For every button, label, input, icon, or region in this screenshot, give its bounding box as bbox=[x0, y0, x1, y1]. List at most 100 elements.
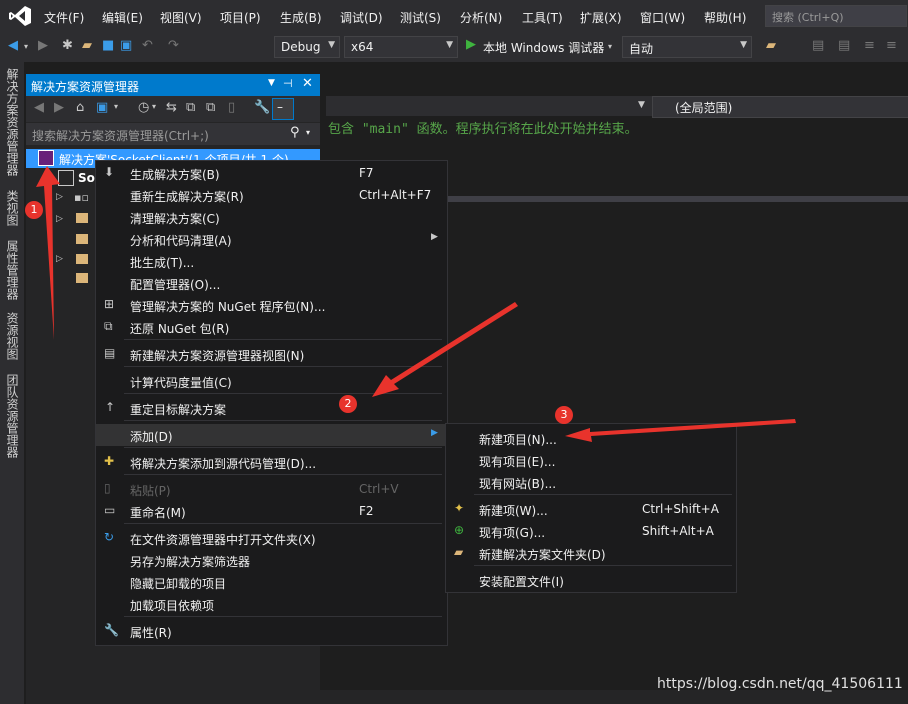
sync-icon[interactable]: ⇆ bbox=[166, 100, 177, 115]
menu-item-label: 粘贴(P) bbox=[130, 484, 171, 498]
menu-item-code-metrics[interactable]: 计算代码度量值(C) bbox=[96, 370, 447, 392]
collapse-all-icon[interactable]: ⧉ bbox=[186, 100, 195, 115]
menu-help[interactable]: 帮助(H) bbox=[704, 9, 746, 26]
menu-file[interactable]: 文件(F) bbox=[44, 9, 84, 26]
menu-analyze[interactable]: 分析(N) bbox=[460, 9, 502, 26]
menu-separator bbox=[474, 565, 732, 566]
collapse-arrow-icon[interactable]: ▷ bbox=[56, 192, 63, 202]
tab-solution-explorer[interactable]: 解决方案资源管理器 bbox=[4, 68, 21, 176]
menu-item-new-project[interactable]: 新建项目(N)... bbox=[446, 427, 736, 449]
home-icon[interactable]: ⌂ bbox=[76, 100, 84, 115]
submenu-arrow-icon: ▶ bbox=[431, 232, 438, 242]
menu-item-open-in-explorer[interactable]: ↻ 在文件资源管理器中打开文件夹(X) bbox=[96, 527, 447, 549]
menu-edit[interactable]: 编辑(E) bbox=[102, 9, 143, 26]
save-all-icon[interactable]: ▣ bbox=[120, 38, 132, 53]
menu-item-new-item[interactable]: ✦ 新建项(W)... Ctrl+Shift+A bbox=[446, 498, 736, 520]
menu-item-label: 计算代码度量值(C) bbox=[130, 376, 232, 390]
menu-debug[interactable]: 调试(D) bbox=[340, 9, 383, 26]
menu-item-existing-project[interactable]: 现有项目(E)... bbox=[446, 449, 736, 471]
menu-item-load-dependencies[interactable]: 加载项目依赖项 bbox=[96, 593, 447, 615]
refresh-icon[interactable]: ▯ bbox=[228, 100, 235, 115]
window-menu-icon[interactable]: ▼ bbox=[268, 78, 275, 88]
menu-item-rename[interactable]: ▭ 重命名(M) F2 bbox=[96, 500, 447, 522]
menu-item-properties[interactable]: 🔧 属性(R) bbox=[96, 620, 447, 642]
run-mode-select[interactable]: 自动 ▼ bbox=[622, 36, 752, 58]
quick-search-input[interactable]: 搜索 (Ctrl+Q) bbox=[765, 5, 907, 27]
config-select[interactable]: Debug ▼ bbox=[274, 36, 340, 58]
new-project-icon[interactable]: ✱ bbox=[62, 38, 73, 53]
menu-tools[interactable]: 工具(T) bbox=[522, 9, 563, 26]
menu-test[interactable]: 测试(S) bbox=[400, 9, 441, 26]
menu-item-add[interactable]: 添加(D) ▶ bbox=[96, 424, 447, 446]
outdent-icon[interactable]: ≡ bbox=[886, 38, 897, 53]
menu-item-manage-nuget[interactable]: ⊞ 管理解决方案的 NuGet 程序包(N)... bbox=[96, 294, 447, 316]
menu-item-add-to-source-control[interactable]: ✚ 将解决方案添加到源代码管理(D)... bbox=[96, 451, 447, 473]
menu-item-build-solution[interactable]: ⬇ 生成解决方案(B) F7 bbox=[96, 162, 447, 184]
menu-view[interactable]: 视图(V) bbox=[160, 9, 202, 26]
menu-item-restore-nuget[interactable]: ⧉ 还原 NuGet 包(R) bbox=[96, 316, 447, 338]
menu-item-existing-website[interactable]: 现有网站(B)... bbox=[446, 471, 736, 493]
run-debugger-button[interactable]: 本地 Windows 调试器 bbox=[483, 39, 604, 56]
menu-item-configuration-manager[interactable]: 配置管理器(O)... bbox=[96, 272, 447, 294]
menu-item-hide-unloaded[interactable]: 隐藏已卸载的项目 bbox=[96, 571, 447, 593]
collapse-arrow-icon[interactable]: ▷ bbox=[56, 254, 63, 264]
menu-item-save-as-filter[interactable]: 另存为解决方案筛选器 bbox=[96, 549, 447, 571]
tab-property-manager[interactable]: 属性管理器 bbox=[4, 240, 21, 300]
external-deps-icon bbox=[76, 213, 88, 223]
menu-item-install-profile[interactable]: 安装配置文件(I) bbox=[446, 569, 736, 591]
run-dropdown-icon[interactable]: ▾ bbox=[608, 42, 612, 51]
solution-explorer-search-input[interactable]: 搜索解决方案资源管理器(Ctrl+;) ⚲ ▾ bbox=[26, 123, 320, 145]
back-icon[interactable]: ◀ bbox=[8, 38, 18, 53]
indent-icon[interactable]: ≡ bbox=[864, 38, 875, 53]
filter-dropdown-icon[interactable]: ▾ bbox=[152, 102, 156, 111]
forward-icon[interactable]: ▶ bbox=[38, 38, 48, 53]
menu-item-existing-item[interactable]: ⊕ 现有项(G)... Shift+Alt+A bbox=[446, 520, 736, 542]
menu-window[interactable]: 窗口(W) bbox=[640, 9, 685, 26]
menu-item-new-explorer-view[interactable]: ▤ 新建解决方案资源管理器视图(N) bbox=[96, 343, 447, 365]
menu-extensions[interactable]: 扩展(X) bbox=[580, 9, 622, 26]
tab-resource-view[interactable]: 资源视图 bbox=[4, 312, 21, 360]
bookmark-icon[interactable]: ▤ bbox=[812, 38, 824, 53]
search-icon[interactable]: ⚲ bbox=[290, 125, 300, 140]
comment-icon[interactable]: ▤ bbox=[838, 38, 850, 53]
menu-project[interactable]: 项目(P) bbox=[220, 9, 261, 26]
collapse-arrow-icon[interactable]: ▷ bbox=[56, 214, 63, 224]
search-options-icon[interactable]: ▾ bbox=[306, 128, 310, 137]
forward-icon[interactable]: ▶ bbox=[54, 100, 64, 115]
menu-item-batch-build[interactable]: 批生成(T)... bbox=[96, 250, 447, 272]
close-icon[interactable]: ✕ bbox=[302, 76, 313, 91]
menu-build[interactable]: 生成(B) bbox=[280, 9, 322, 26]
redo-icon[interactable]: ↷ bbox=[168, 38, 179, 53]
open-file-icon[interactable]: ▰ bbox=[82, 38, 92, 53]
save-icon[interactable]: ■ bbox=[102, 38, 114, 53]
menu-item-retarget-solution[interactable]: ↑ 重定目标解决方案 bbox=[96, 397, 447, 419]
pin-icon[interactable]: ⊣ bbox=[283, 77, 293, 90]
tab-class-view[interactable]: 类视图 bbox=[4, 190, 21, 226]
menu-item-label: 现有网站(B)... bbox=[479, 477, 557, 491]
menu-item-clean-solution[interactable]: 清理解决方案(C) bbox=[96, 206, 447, 228]
switch-view-icon[interactable]: ▣ bbox=[96, 100, 108, 115]
back-icon[interactable]: ◀ bbox=[34, 100, 44, 115]
back-dropdown-icon[interactable]: ▾ bbox=[24, 42, 28, 51]
visual-studio-logo-icon[interactable] bbox=[8, 5, 32, 27]
menu-item-analyze-cleanup[interactable]: 分析和代码清理(A) ▶ bbox=[96, 228, 447, 250]
menu-item-paste[interactable]: ▯ 粘贴(P) Ctrl+V bbox=[96, 478, 447, 500]
tab-team-explorer[interactable]: 团队资源管理器 bbox=[4, 374, 21, 458]
menu-item-label: 管理解决方案的 NuGet 程序包(N)... bbox=[130, 300, 326, 314]
annotation-badge-2: 2 bbox=[339, 395, 357, 413]
menu-item-new-solution-folder[interactable]: ▰ 新建解决方案文件夹(D) bbox=[446, 542, 736, 564]
menu-item-rebuild-solution[interactable]: 重新生成解决方案(R) Ctrl+Alt+F7 bbox=[96, 184, 447, 206]
preview-toggle[interactable]: – bbox=[272, 98, 294, 120]
show-all-files-icon[interactable]: ⧉ bbox=[206, 100, 215, 115]
properties-icon[interactable]: 🔧 bbox=[254, 100, 270, 115]
undo-icon[interactable]: ↶ bbox=[142, 38, 153, 53]
find-in-files-icon[interactable]: ▰ bbox=[766, 38, 776, 53]
expand-arrow-icon[interactable]: ◢ bbox=[40, 172, 47, 182]
chevron-down-icon[interactable]: ▼ bbox=[638, 100, 645, 110]
platform-select[interactable]: x64 ▼ bbox=[344, 36, 458, 58]
switch-view-dropdown-icon[interactable]: ▾ bbox=[114, 102, 118, 111]
scope-select[interactable]: (全局范围) bbox=[652, 96, 908, 118]
play-icon[interactable]: ▶ bbox=[466, 37, 476, 52]
menu-item-label: 重命名(M) bbox=[130, 506, 186, 520]
pending-changes-icon[interactable]: ◷ bbox=[138, 100, 149, 115]
